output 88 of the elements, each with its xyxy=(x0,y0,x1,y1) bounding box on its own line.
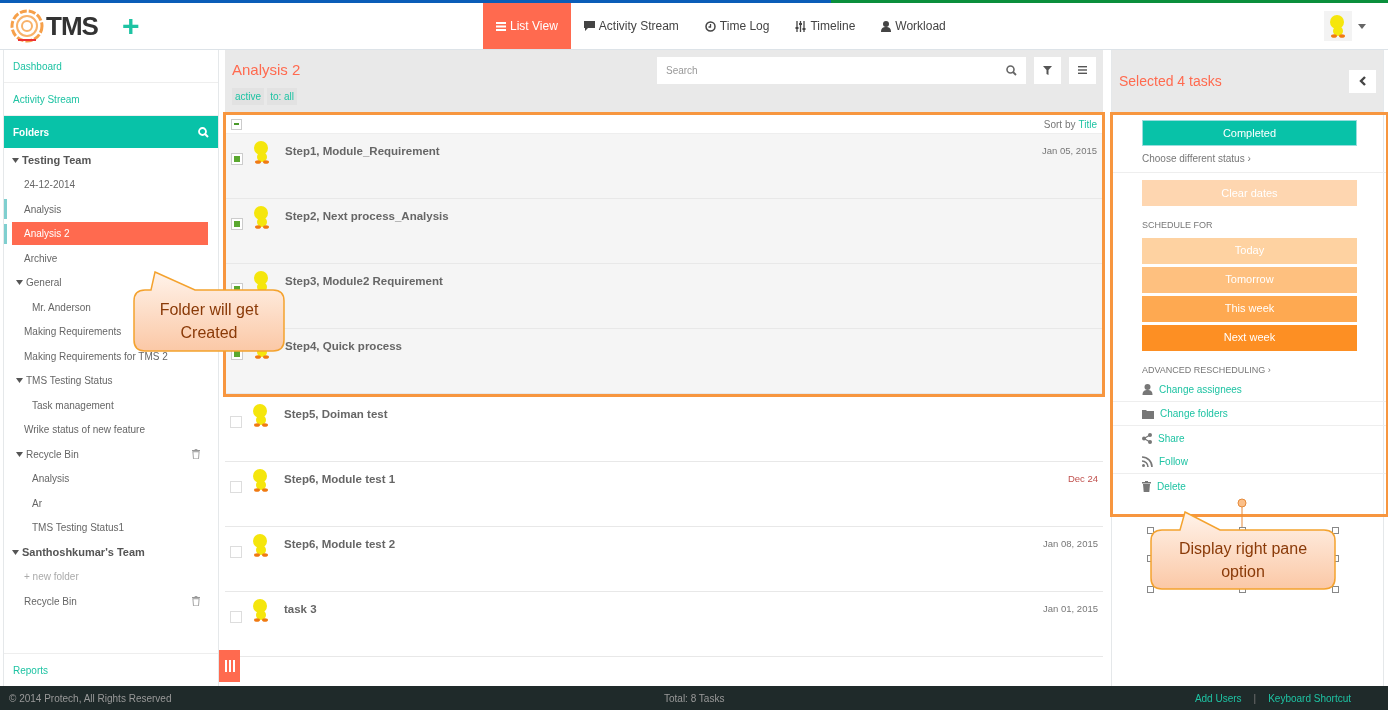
view-tab[interactable]: Activity Stream xyxy=(570,3,692,49)
rss-icon xyxy=(1142,456,1153,467)
task-title: task 3 xyxy=(284,602,317,617)
caret-icon[interactable] xyxy=(12,549,19,555)
total-text: Total: 8 Tasks xyxy=(664,691,725,706)
due-date: Jan 05, 2015 xyxy=(1042,144,1097,158)
task-title: Step4, Quick process xyxy=(285,339,402,354)
caret-icon[interactable] xyxy=(12,157,19,163)
task-checkbox[interactable] xyxy=(231,153,243,165)
task-title: Step5, Doiman test xyxy=(284,407,388,422)
search-field[interactable]: Search xyxy=(657,56,1026,84)
callout-text: Display right pane option xyxy=(1177,539,1309,582)
chevron-left-icon xyxy=(1359,76,1366,86)
task-checkbox[interactable] xyxy=(230,416,242,428)
folder-title: Analysis 2 xyxy=(232,59,301,80)
folder-item[interactable]: Recycle Bin xyxy=(12,442,208,466)
footer-separator: | xyxy=(1253,691,1257,706)
view-tab[interactable]: Workload xyxy=(868,3,959,49)
filter-icon xyxy=(1043,65,1052,75)
sort-label: Sort by xyxy=(1043,117,1076,132)
task-title: Step6, Module test 1 xyxy=(284,472,396,487)
filter-button[interactable] xyxy=(1034,56,1061,84)
sliders-icon xyxy=(795,20,807,32)
folder-item[interactable]: Testing Team xyxy=(12,148,208,172)
task-checkbox[interactable] xyxy=(231,218,243,230)
trash-icon[interactable] xyxy=(192,449,200,460)
menu-icon xyxy=(1078,66,1087,74)
folder-item[interactable]: General xyxy=(12,271,208,295)
resize-handle[interactable] xyxy=(1332,527,1339,534)
clock-icon xyxy=(704,20,716,32)
list-icon xyxy=(496,21,506,31)
due-date: Jan 01, 2015 xyxy=(1043,602,1098,616)
speech-bubble-icon xyxy=(583,21,595,31)
folder-item[interactable]: TMS Testing Status xyxy=(12,369,208,393)
folder-item[interactable]: TMS Testing Status1 xyxy=(12,516,208,540)
task-title: Step6, Module test 2 xyxy=(284,537,396,552)
caret-icon[interactable] xyxy=(16,451,23,457)
folder-item[interactable]: Recycle Bin xyxy=(12,589,208,613)
folder-item[interactable]: Ar xyxy=(12,491,208,515)
rotation-handle[interactable] xyxy=(1237,498,1247,530)
task-checkbox[interactable] xyxy=(230,481,242,493)
view-tab[interactable]: Timeline xyxy=(782,3,869,49)
footer-link[interactable]: Keyboard Shortcut xyxy=(1268,690,1351,706)
pane-title: Selected 4 tasks xyxy=(1119,71,1222,91)
resize-handle[interactable] xyxy=(1332,586,1339,593)
collapse-button[interactable] xyxy=(1349,69,1376,93)
folder-item[interactable]: Analysis xyxy=(12,197,208,221)
schedule-heading: SCHEDULE FOR xyxy=(1142,219,1214,232)
panel-toggle-button[interactable] xyxy=(219,650,240,682)
folder-item[interactable]: Wrike status of new feature xyxy=(12,418,208,442)
task-row[interactable]: Step1, Module_Requirement Jan 05, 2015 xyxy=(226,134,1102,199)
trash-icon xyxy=(1142,480,1151,492)
task-row[interactable]: Step2, Next process_Analysis xyxy=(226,199,1102,264)
person-icon xyxy=(881,20,892,32)
copyright-text: © 2014 Protech, All Rights Reserved xyxy=(9,691,173,706)
folder-icon xyxy=(1142,408,1154,419)
folder-item[interactable]: 24-12-2014 xyxy=(12,173,208,197)
trash-icon[interactable] xyxy=(192,596,200,607)
caret-icon[interactable] xyxy=(1358,23,1366,29)
task-title: Step3, Module2 Requirement xyxy=(285,274,443,289)
task-title: Step1, Module_Requirement xyxy=(285,144,440,159)
status-link[interactable]: Choose different status › xyxy=(1142,151,1357,166)
person-icon xyxy=(1142,384,1153,395)
logo-icon xyxy=(10,9,44,43)
task-checkbox[interactable] xyxy=(230,611,242,623)
task-checkbox[interactable] xyxy=(230,546,242,558)
view-tab[interactable]: Time Log xyxy=(691,3,783,49)
logo-text: TMS xyxy=(46,9,98,43)
due-date: Jan 08, 2015 xyxy=(1043,537,1098,551)
resize-handle[interactable] xyxy=(1147,527,1154,534)
folder-item[interactable]: Making Requirements for TMS 2 xyxy=(12,344,208,368)
menu-button[interactable] xyxy=(1069,56,1096,84)
caret-icon[interactable] xyxy=(16,378,23,384)
select-all-checkbox[interactable] xyxy=(231,118,242,130)
folder-item[interactable]: Analysis xyxy=(12,467,208,491)
search-icon[interactable] xyxy=(1006,64,1017,76)
task-title: Step2, Next process_Analysis xyxy=(285,209,449,224)
advanced-link[interactable]: ADVANCED RESCHEDULING › xyxy=(1142,363,1357,377)
folder-item[interactable]: Task management xyxy=(12,393,208,417)
share-icon xyxy=(1142,432,1152,444)
user-avatar[interactable] xyxy=(1324,11,1352,41)
caret-icon[interactable] xyxy=(16,280,23,286)
folder-item[interactable]: Archive xyxy=(12,246,208,270)
folders-title: Folders xyxy=(13,125,50,140)
resize-handle[interactable] xyxy=(1147,586,1154,593)
due-date: Dec 24 xyxy=(1067,472,1098,486)
footer-link[interactable]: Add Users xyxy=(1194,690,1242,706)
folder-item[interactable]: Santhoshkumar's Team xyxy=(12,540,208,564)
